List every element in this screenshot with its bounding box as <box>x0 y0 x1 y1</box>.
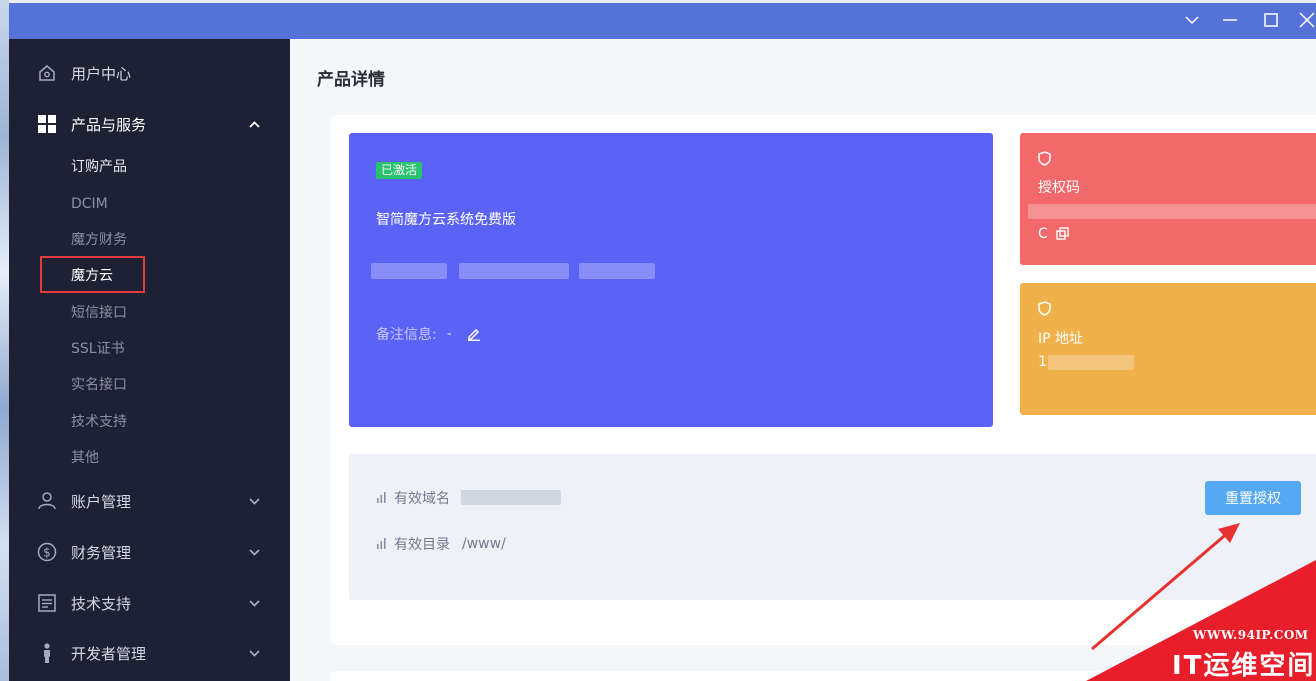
reset-license-button[interactable]: 重置授权 <box>1205 481 1301 515</box>
sidebar-item-support[interactable]: 技术支持 <box>9 583 290 623</box>
chevron-up-icon <box>247 117 261 131</box>
developer-icon <box>37 643 57 663</box>
remark-row: 备注信息: - <box>376 324 482 344</box>
remark-value: - <box>446 326 452 342</box>
submenu-item-realname[interactable]: 实名接口 <box>71 374 127 396</box>
chevron-down-icon <box>247 596 261 610</box>
valid-directory-value: /www/ <box>462 536 506 552</box>
sidebar-item-user-center[interactable]: 用户中心 <box>9 53 290 93</box>
user-icon <box>37 491 57 511</box>
submenu-item-finance[interactable]: 魔方财务 <box>71 229 127 251</box>
document-icon <box>37 593 57 613</box>
edit-remark-button[interactable] <box>466 326 482 342</box>
maximize-icon <box>1264 13 1278 27</box>
watermark-url: WWW.94IP.COM <box>1193 628 1309 642</box>
license-code-card: 授权码 C <box>1020 133 1316 265</box>
product-summary-card: 已激活 智简魔方云系统免费版 备注信息: - <box>349 133 993 427</box>
sidebar-item-label: 技术支持 <box>71 594 132 613</box>
copy-button[interactable] <box>1056 227 1070 241</box>
product-detail-card: 已激活 智简魔方云系统免费版 备注信息: - 授权码 C IP 地址 1 有效域… <box>331 115 1316 645</box>
sidebar-item-label: 财务管理 <box>71 543 132 562</box>
submenu-item-other[interactable]: 其他 <box>71 447 99 469</box>
blurred-text <box>1048 355 1134 370</box>
sidebar-item-account[interactable]: 账户管理 <box>9 481 290 521</box>
sidebar-item-label: 开发者管理 <box>71 644 147 663</box>
titlebar-edge <box>9 0 1316 3</box>
grid-icon <box>37 114 57 134</box>
home-icon <box>37 63 57 83</box>
status-badge: 已激活 <box>376 162 423 179</box>
bar-chart-icon <box>376 492 388 504</box>
valid-directory-row: 有效目录 /www/ <box>376 534 506 554</box>
dollar-icon: $ <box>37 542 57 562</box>
ip-address-card: IP 地址 1 <box>1020 283 1316 415</box>
page-title: 产品详情 <box>317 70 385 90</box>
chevron-down-icon <box>247 545 261 559</box>
blurred-text <box>461 490 561 505</box>
shield-icon <box>1038 301 1052 317</box>
valid-domain-row: 有效域名 <box>376 488 450 508</box>
shield-icon <box>1038 151 1052 167</box>
pencil-icon <box>467 328 480 341</box>
submenu-item-ssl[interactable]: SSL证书 <box>71 338 125 360</box>
maximize-button[interactable] <box>1258 8 1284 32</box>
submenu-item-order[interactable]: 订购产品 <box>71 156 127 178</box>
license-code-value: C <box>1038 226 1070 242</box>
blurred-text <box>459 263 569 279</box>
main-content: 产品详情 已激活 智简魔方云系统免费版 备注信息: - 授权码 C IP 地址 … <box>290 39 1316 681</box>
close-button[interactable] <box>1294 8 1316 32</box>
sidebar-item-developer[interactable]: 开发者管理 <box>9 633 290 673</box>
next-card-edge <box>331 671 1316 681</box>
copy-icon <box>1056 227 1069 240</box>
minimize-button[interactable] <box>1217 8 1243 32</box>
watermark-text: IT运维空间 <box>1172 651 1316 681</box>
sidebar-item-label: 用户中心 <box>71 64 132 83</box>
blurred-text <box>1028 204 1316 219</box>
valid-directory-label: 有效目录 <box>394 537 450 553</box>
svg-text:$: $ <box>43 546 51 560</box>
sidebar-item-finance[interactable]: $ 财务管理 <box>9 532 290 572</box>
desktop-background <box>0 0 9 681</box>
close-icon <box>1299 12 1315 28</box>
sidebar: 用户中心 产品与服务 订购产品 DCIM 魔方财务 魔方云 短信接口 SSL证书… <box>9 39 290 681</box>
submenu-item-sms[interactable]: 短信接口 <box>71 302 127 324</box>
ip-address-value: 1 <box>1038 354 1047 370</box>
sidebar-item-label: 产品与服务 <box>71 115 147 134</box>
license-code-label: 授权码 <box>1038 180 1080 196</box>
highlight-annotation-box <box>40 256 145 293</box>
blurred-text <box>371 263 447 279</box>
license-details-panel: 有效域名 有效目录 /www/ 重置授权 <box>349 454 1316 600</box>
window-titlebar <box>9 0 1316 39</box>
chevron-down-icon <box>1185 15 1199 24</box>
chevron-down-icon <box>247 494 261 508</box>
remark-label: 备注信息: <box>376 327 437 343</box>
blurred-text <box>579 263 655 279</box>
valid-domain-label: 有效域名 <box>394 491 450 507</box>
product-name: 智简魔方云系统免费版 <box>376 212 516 228</box>
ip-address-label: IP 地址 <box>1038 331 1084 347</box>
submenu-item-tech-support[interactable]: 技术支持 <box>71 411 127 433</box>
chevron-down-icon <box>247 646 261 660</box>
license-code-prefix: C <box>1038 226 1048 242</box>
collapse-button[interactable] <box>1179 8 1205 32</box>
sidebar-item-label: 账户管理 <box>71 492 132 511</box>
sidebar-item-products[interactable]: 产品与服务 <box>9 104 290 144</box>
submenu-item-dcim[interactable]: DCIM <box>71 193 108 215</box>
bar-chart-icon <box>376 538 388 550</box>
minimize-icon <box>1223 19 1237 21</box>
